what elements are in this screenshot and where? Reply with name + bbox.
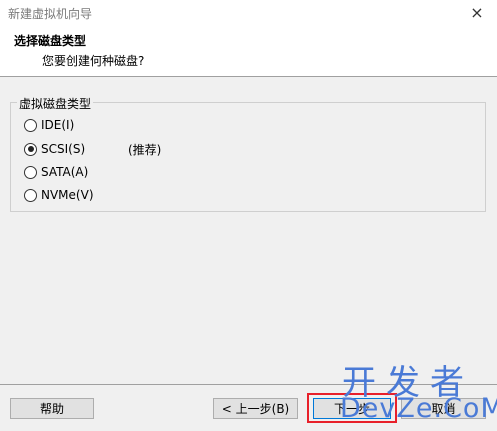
- radio-sata-label: SATA(A): [41, 165, 89, 179]
- help-button[interactable]: 帮助: [10, 398, 94, 419]
- group-label: 虚拟磁盘类型: [17, 95, 94, 112]
- radio-ide-circle[interactable]: [24, 118, 37, 132]
- page-subtitle: 您要创建何种磁盘?: [42, 54, 145, 68]
- next-button-highlight: [307, 393, 397, 423]
- radio-sata-circle[interactable]: [24, 165, 37, 179]
- radio-scsi-label: SCSI(S): [41, 142, 86, 156]
- cancel-button[interactable]: 取消: [401, 398, 486, 419]
- window-title: 新建虚拟机向导: [8, 7, 93, 21]
- footer-divider: [0, 384, 497, 385]
- radio-scsi-circle[interactable]: [24, 142, 37, 156]
- radio-ide-label: IDE(I): [41, 118, 75, 132]
- radio-sata[interactable]: SATA(A): [24, 164, 88, 180]
- radio-scsi[interactable]: SCSI(S): [24, 141, 85, 157]
- radio-nvme-label: NVMe(V): [41, 188, 94, 202]
- title-bar: 新建虚拟机向导 ×: [0, 0, 497, 24]
- wizard-header: 选择磁盘类型 您要创建何种磁盘?: [0, 24, 497, 77]
- disk-type-group: 虚拟磁盘类型 IDE(I) SCSI(S) (推荐) SATA(A) NVMe(…: [10, 95, 486, 212]
- back-button[interactable]: < 上一步(B): [213, 398, 298, 419]
- radio-nvme[interactable]: NVMe(V): [24, 187, 94, 203]
- radio-nvme-circle[interactable]: [24, 188, 37, 202]
- page-title: 选择磁盘类型: [14, 34, 87, 48]
- radio-ide[interactable]: IDE(I): [24, 117, 74, 133]
- recommended-note: (推荐): [128, 143, 162, 157]
- close-icon[interactable]: ×: [457, 0, 497, 24]
